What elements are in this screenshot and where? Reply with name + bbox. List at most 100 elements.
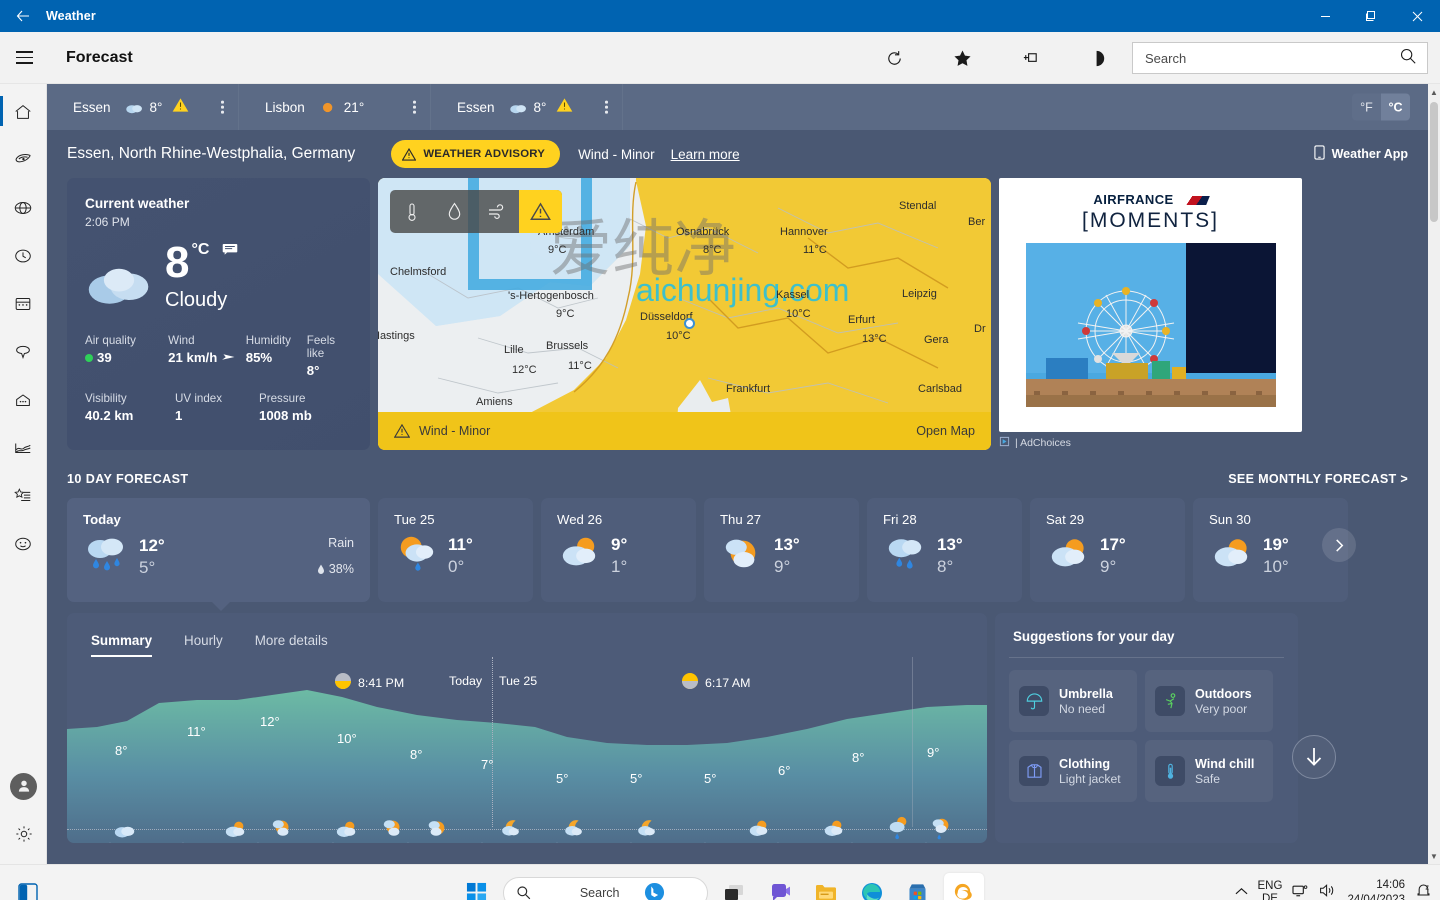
notification-bell-icon[interactable]: z [1415,882,1432,900]
day-divider-line [492,657,493,827]
page-title: Forecast [66,49,133,67]
map-city-label: Frankfurt [726,383,770,395]
sidebar-item-home[interactable] [0,88,47,136]
partly-sunny-icon [557,533,601,578]
unit-fahrenheit-button[interactable]: °F [1352,94,1381,121]
learn-more-link[interactable]: Learn more [671,147,740,162]
search-icon[interactable] [1399,47,1417,70]
back-button[interactable] [0,0,46,32]
forecast-card-5[interactable]: Sat 29 17° 9° [1030,498,1185,602]
scroll-down-button[interactable] [1292,735,1336,779]
location-tab-2[interactable]: Essen 8° [431,84,623,130]
language-indicator[interactable]: ENG DE [1258,880,1283,900]
widgets-button[interactable] [8,873,48,900]
ad-content[interactable]: AIRFRANCE [MOMENTS] [999,178,1302,432]
edge-icon[interactable] [852,873,892,900]
unit-celsius-button[interactable]: °C [1381,94,1410,121]
see-monthly-forecast-link[interactable]: SEE MONTHLY FORECAST > [1228,472,1408,486]
sidebar-item-historical[interactable] [0,424,47,472]
suggestion-outdoors[interactable]: Outdoors Very poor [1145,670,1273,732]
forecast-card-3[interactable]: Thu 27 13° 9° [704,498,859,602]
metric-value: 39 [85,350,168,365]
precipitation-drop-icon[interactable] [433,190,476,233]
sidebar-item-maps[interactable] [0,184,47,232]
close-button[interactable] [1394,0,1440,32]
location-tab-menu-icon[interactable] [605,101,608,114]
search-input[interactable]: Search [1132,42,1428,74]
home-icon [13,102,33,122]
unit-toggle[interactable]: °F °C [1352,94,1410,121]
adchoices[interactable]: | AdChoices [999,436,1302,450]
hamburger-menu-icon[interactable] [0,32,48,84]
advertisement-card[interactable]: AIRFRANCE [MOMENTS] [999,178,1302,450]
map-layer-switcher[interactable] [390,190,562,233]
bing-chat-icon[interactable] [644,882,700,900]
map-city-temp: 8°C [703,244,721,256]
alert-triangle-icon[interactable] [519,190,562,233]
sidebar-item-hourly[interactable] [0,232,47,280]
content-scrollbar[interactable]: ▲ ▼ [1428,84,1440,864]
pin-icon[interactable] [996,32,1064,84]
scroll-up-arrow-icon[interactable]: ▲ [1428,84,1440,100]
scroll-down-arrow-icon[interactable]: ▼ [1428,848,1440,864]
weather-map-card[interactable]: 爱纯净 aichunjing.com [378,178,991,450]
forecast-card-4[interactable]: Fri 28 13° 8° [867,498,1022,602]
location-tab-name: Essen [457,100,495,115]
weather-icon[interactable] [944,873,984,900]
metric-value: 85% [246,350,307,365]
suggestion-umbrella[interactable]: Umbrella No need [1009,670,1137,732]
forecast-card-2[interactable]: Wed 26 9° 1° [541,498,696,602]
tab-hourly[interactable]: Hourly [184,633,223,657]
suggestion-value: Very poor [1195,702,1252,716]
dark-mode-icon[interactable] [1064,32,1132,84]
windows-start-icon[interactable] [457,873,497,900]
sidebar-item-account[interactable] [0,762,47,810]
weather-advisory-badge[interactable]: WEATHER ADVISORY [391,140,560,168]
location-tab-1[interactable]: Lisbon 21° [239,84,431,130]
wind-icon[interactable] [476,190,519,233]
store-icon[interactable] [898,873,938,900]
forecast-card-6[interactable]: Sun 30 19° 10° [1193,498,1348,602]
suggestion-clothing[interactable]: Clothing Light jacket [1009,740,1137,802]
suggestions-card: Suggestions for your day Umbrella No nee… [995,613,1298,843]
thermometer-icon[interactable] [390,190,433,233]
folder-icon[interactable] [806,873,846,900]
sidebar-item-radar[interactable] [0,136,47,184]
open-map-link[interactable]: Open Map [916,424,975,438]
sidebar-item-settings[interactable] [0,810,47,858]
sidebar-item-favorites[interactable] [0,328,47,376]
language-code: ENG [1258,880,1283,893]
volume-icon[interactable] [1319,883,1337,900]
sidebar-item-monthly[interactable] [0,280,47,328]
network-icon[interactable] [1292,883,1309,900]
caption-icon[interactable] [222,243,238,261]
location-tab-0[interactable]: Essen 8° [47,84,239,130]
favorite-star-icon[interactable] [928,32,996,84]
sidebar-item-news[interactable] [0,472,47,520]
minimize-button[interactable] [1302,0,1348,32]
sidebar-item-feedback[interactable] [0,520,47,568]
summary-temperature-chart[interactable]: 8:41 PM Today Tue 25 6:17 AM [67,657,987,843]
location-tab-menu-icon[interactable] [413,101,416,114]
chevron-up-icon[interactable] [1235,887,1248,899]
location-tab-menu-icon[interactable] [221,101,224,114]
tab-more-details[interactable]: More details [255,633,328,657]
suggestion-wind-chill[interactable]: Wind chill Safe [1145,740,1273,802]
forecast-card-1[interactable]: Tue 25 11° 0° [378,498,533,602]
task-view-icon[interactable] [714,873,754,900]
forecast-day: Thu 27 [720,512,843,527]
sidebar-item-life[interactable] [0,376,47,424]
app-shell: Essen 8° Lisbon 21° [0,84,1440,864]
maximize-button[interactable] [1348,0,1394,32]
taskbar-search-input[interactable]: Search [503,877,708,900]
forecast-card-today[interactable]: Today 12° [67,498,370,602]
forecast-next-button[interactable] [1322,528,1356,562]
chat-icon[interactable] [760,873,800,900]
sunrise-icon [682,673,698,692]
tab-summary[interactable]: Summary [91,633,152,657]
clock[interactable]: 14:06 24/04/2023 [1347,878,1405,900]
scrollbar-thumb[interactable] [1430,102,1438,222]
refresh-icon[interactable] [860,32,928,84]
weather-app-link[interactable]: Weather App [1314,145,1408,163]
partly-sunny-icon [381,817,405,843]
